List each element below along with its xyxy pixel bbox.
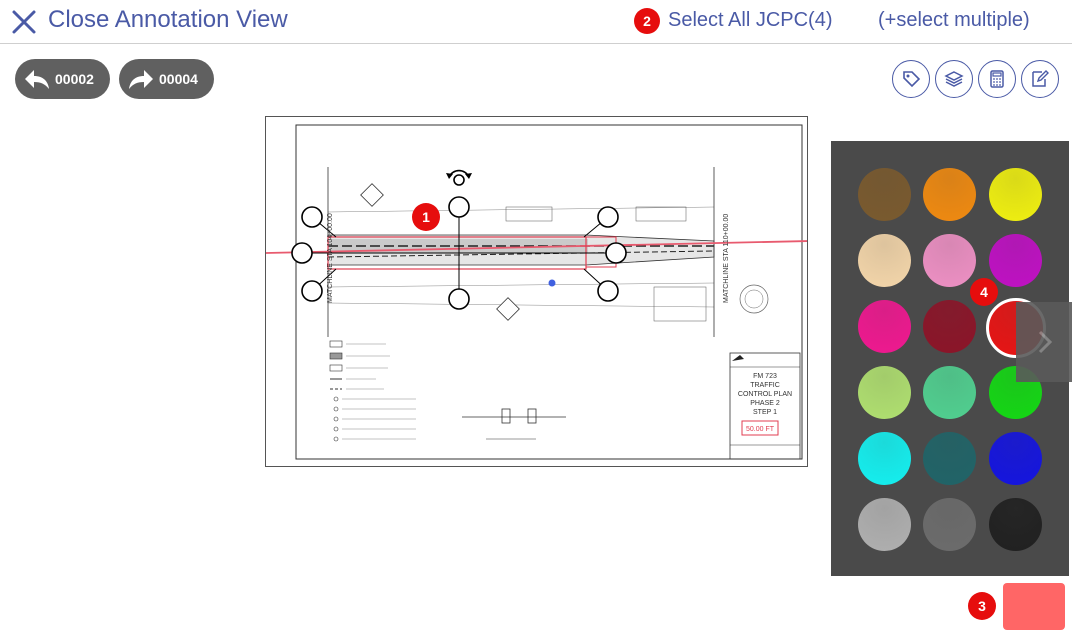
color-swatch-black[interactable] [989,498,1042,551]
color-swatch-blue[interactable] [989,432,1042,485]
color-swatch-brown[interactable] [858,168,911,221]
top-bar: Close Annotation View 2 Select All JCPC(… [0,0,1072,44]
color-swatch-orange[interactable] [923,168,976,221]
forward-arrow-icon [129,70,153,89]
step-badge-2: 2 [634,8,660,34]
color-swatch-cyan[interactable] [858,432,911,485]
color-swatch-teal[interactable] [923,432,976,485]
layers-button[interactable] [935,60,973,98]
color-swatch-magenta[interactable] [858,300,911,353]
color-swatch-maroon[interactable] [923,300,976,353]
previous-page-label: 00002 [55,71,94,87]
tag-icon [903,71,921,88]
select-all-button[interactable]: Select All JCPC(4) [668,9,833,32]
color-swatch-light-green[interactable] [858,366,911,419]
calculator-icon [990,70,1004,88]
previous-page-button[interactable]: 00002 [15,59,110,99]
palette-collapse-handle[interactable] [1016,302,1072,382]
close-annotation-view-button[interactable]: Close Annotation View [48,6,288,34]
next-page-label: 00004 [159,71,198,87]
title-line-1: FM 723 [753,373,777,380]
color-swatch-mint[interactable] [923,366,976,419]
matchline-right: MATCHLINE STA 110+00.00 [723,214,730,303]
edit-icon [1032,70,1049,87]
current-color-button[interactable] [1003,583,1065,630]
color-swatch-gray[interactable] [923,498,976,551]
reply-arrow-icon [25,70,49,89]
drawing-sheet[interactable]: MATCHLINE STA 104+00.00 MATCHLINE STA 11… [265,116,808,467]
scale-label: 50.00 FT [746,426,775,433]
next-page-button[interactable]: 00004 [119,59,214,99]
color-swatch-yellow[interactable] [989,168,1042,221]
chevron-right-icon [1038,330,1053,354]
color-swatch-purple[interactable] [989,234,1042,287]
close-icon[interactable] [10,8,38,36]
calculator-button[interactable] [978,60,1016,98]
title-line-5: STEP 1 [753,409,777,416]
edit-button[interactable] [1021,60,1059,98]
step-badge-4: 4 [970,278,998,306]
traffic-control-plan-drawing: MATCHLINE STA 104+00.00 MATCHLINE STA 11… [266,124,807,460]
step-badge-1: 1 [412,203,440,231]
color-swatch-light-gray[interactable] [858,498,911,551]
matchline-left: MATCHLINE STA 104+00.00 [327,213,334,303]
color-swatch-peach[interactable] [858,234,911,287]
title-line-3: CONTROL PLAN [738,391,792,398]
title-line-4: PHASE 2 [750,400,780,407]
step-badge-3: 3 [968,592,996,620]
tag-button[interactable] [892,60,930,98]
select-multiple-button[interactable]: (+select multiple) [878,9,1030,32]
color-swatch-pink[interactable] [923,234,976,287]
title-line-2: TRAFFIC [750,382,780,389]
layers-icon [944,71,964,87]
